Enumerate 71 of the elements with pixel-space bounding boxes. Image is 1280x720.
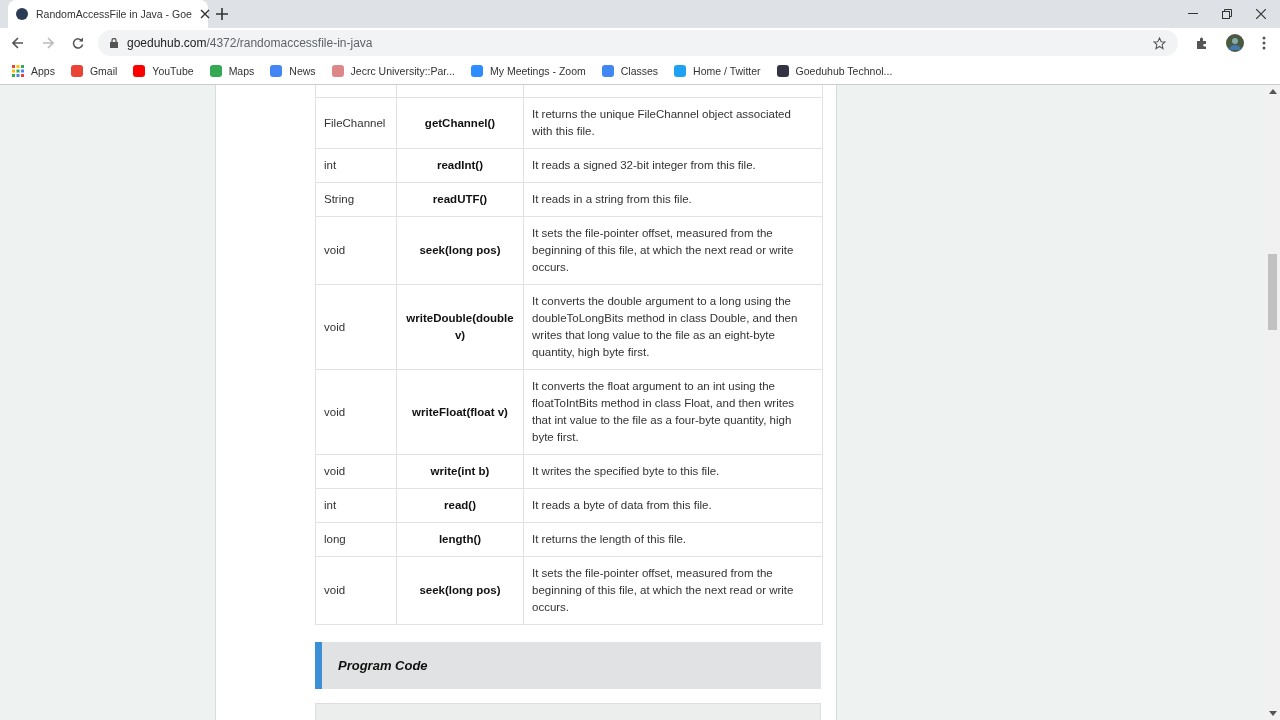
method-cell: writeDouble(double v) — [396, 285, 524, 369]
method-cell: readUTF() — [396, 183, 524, 216]
method-cell: getChannel() — [396, 98, 524, 148]
bookmark-icon — [70, 65, 83, 77]
method-cell: length() — [396, 523, 524, 556]
back-icon[interactable] — [12, 37, 24, 49]
table-cell-text: It writes the specified byte to this file. — [531, 464, 721, 479]
bookmark-icon — [674, 65, 687, 77]
menu-icon[interactable] — [1262, 36, 1266, 50]
bookmark-icon — [331, 65, 344, 77]
table-cell-text: It reads a byte of data from this file. — [531, 498, 713, 513]
bookmark[interactable]: Maps — [209, 65, 255, 77]
table-cell-text: It sets the file-pointer offset, measured from the beginning of this file, at which the next read or write occurs. — [531, 226, 795, 275]
table-cell-text: void — [323, 404, 347, 420]
scroll-up-icon[interactable] — [1268, 89, 1277, 94]
bookmark[interactable]: My Meetings - Zoom — [471, 65, 586, 77]
table-cell-text: int — [323, 498, 338, 513]
table-cell-text: It sets the file-pointer offset, measured from the beginning of this file, at which the next read or write occurs. — [531, 566, 795, 615]
table-cell-text: It reads a signed 32-bit integer from this file. — [531, 158, 757, 173]
bookmark[interactable]: Gmail — [70, 65, 118, 77]
table-cell-text: void — [323, 583, 347, 598]
table-cell-text: FileChannel — [323, 115, 387, 131]
bookmark[interactable]: Jecrc University::Par... — [331, 65, 456, 77]
avatar-icon[interactable] — [1226, 34, 1244, 52]
method-cell: write(int b) — [396, 455, 524, 488]
star-icon[interactable] — [1153, 36, 1166, 50]
address-bar[interactable]: goeduhub.com/4372/randomaccessfile-in-java — [98, 30, 1178, 56]
table-cell-text: void — [323, 319, 347, 335]
reload-icon[interactable] — [72, 37, 84, 49]
puzzle-icon[interactable] — [1196, 37, 1208, 49]
table-cell-text: It returns the length of this file. — [531, 532, 688, 547]
tab-title: RandomAccessFile in Java - Goe — [36, 8, 192, 20]
table-cell-text: String — [323, 192, 356, 207]
new-tab-icon[interactable] — [216, 8, 228, 20]
bookmark-icon — [776, 65, 789, 77]
method-cell: read() — [396, 489, 524, 522]
table-cell-text: void — [323, 464, 347, 479]
site-icon — [16, 8, 28, 20]
table-cell-text: It converts the float argument to an int using the floatToIntBits method in class Float, and then writes that int value to the file as a four-byte quantity, high byte first. — [531, 379, 796, 445]
bookmark-icon — [209, 65, 222, 77]
table-cell-text: long — [323, 532, 347, 547]
url-text: goeduhub.com/4372/randomaccessfile-in-java — [127, 36, 373, 50]
browser-tab[interactable]: RandomAccessFile in Java - Goe — [8, 0, 208, 28]
bookmark[interactable]: News — [270, 65, 316, 77]
method-cell: seek(long pos) — [396, 217, 524, 284]
table-cell-text: int — [323, 158, 338, 173]
restore-icon[interactable] — [1222, 9, 1232, 19]
bookmark[interactable]: Home / Twitter — [674, 65, 761, 77]
table-cell-text: It returns the unique FileChannel object associated with this file. — [531, 107, 792, 139]
apps-grid-icon — [12, 65, 24, 77]
bookmark-icon — [133, 65, 146, 77]
bookmark[interactable]: Classes — [601, 65, 659, 77]
bookmark[interactable]: Goeduhub Technol... — [776, 65, 893, 77]
table-cell-text: It converts the double argument to a long using the doubleToLongBits method in class Double, and then writes that long value to the file as an eight-byte quantity, high byte first. — [531, 294, 799, 360]
section-heading: Program Code — [315, 642, 821, 689]
bookmark-icon — [601, 65, 614, 77]
method-cell: writeFloat(float v) — [396, 370, 524, 454]
scrollbar-thumb[interactable] — [1268, 254, 1277, 330]
close-icon[interactable] — [199, 9, 210, 19]
lock-icon — [110, 38, 118, 48]
scroll-down-icon[interactable] — [1268, 711, 1277, 716]
bookmark-icon — [270, 65, 283, 77]
table-cell-text: It reads in a string from this file. — [531, 192, 693, 207]
method-cell: seek(long pos) — [396, 557, 524, 624]
method-cell: readInt() — [396, 149, 524, 182]
table-cell-text: void — [323, 243, 347, 258]
bookmark-icon — [471, 65, 484, 77]
bookmark[interactable]: Apps — [12, 65, 55, 77]
minimize-icon[interactable] — [1188, 13, 1198, 15]
bookmark[interactable]: YouTube — [133, 65, 194, 77]
close-icon[interactable] — [1256, 9, 1266, 19]
